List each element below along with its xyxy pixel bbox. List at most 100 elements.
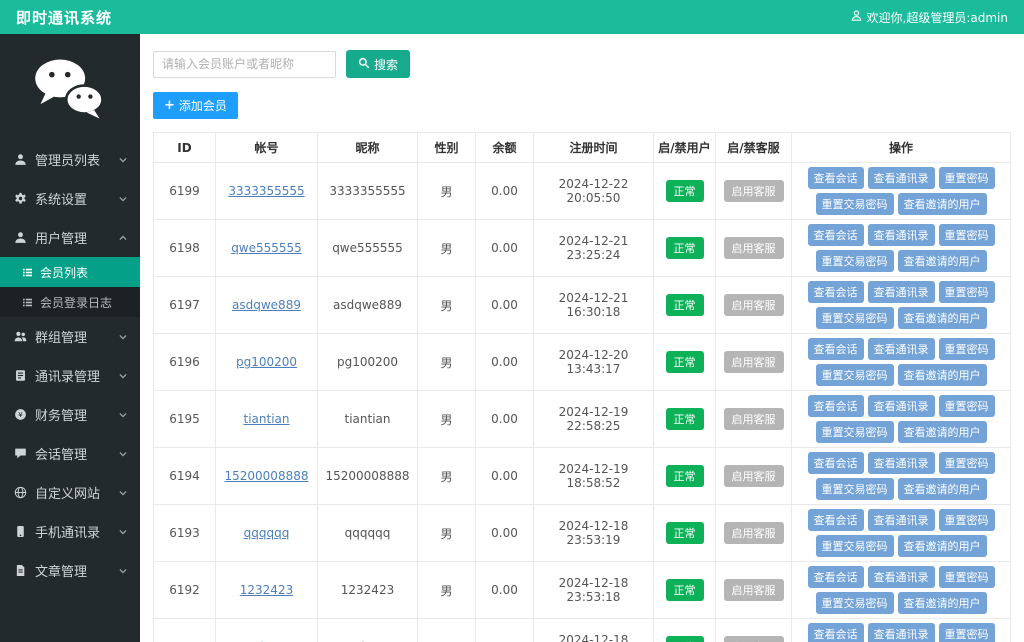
cell-reg-time: 2024-12-18 23:47:20 <box>533 618 654 642</box>
action-button[interactable]: 重置密码 <box>938 338 995 360</box>
sidebar-item[interactable]: ¥ 财务管理 <box>0 395 140 434</box>
sidebar-subitem-label: 会员列表 <box>40 265 89 280</box>
account-link[interactable]: asdqwe889 <box>232 298 301 312</box>
action-button[interactable]: 重置密码 <box>938 167 995 189</box>
action-button[interactable]: 重置密码 <box>938 452 995 474</box>
action-button[interactable]: 重置交易密码 <box>815 535 894 557</box>
action-button[interactable]: 重置密码 <box>938 281 995 303</box>
action-button[interactable]: 查看通讯录 <box>867 338 935 360</box>
service-status-badge[interactable]: 启用客服 <box>723 294 784 316</box>
action-button[interactable]: 重置交易密码 <box>815 250 894 272</box>
action-button[interactable]: 重置密码 <box>938 395 995 417</box>
action-button[interactable]: 查看通讯录 <box>867 281 935 303</box>
sidebar-item[interactable]: 手机通讯录 <box>0 512 140 551</box>
sidebar-item[interactable]: 通讯录管理 <box>0 356 140 395</box>
sidebar-item[interactable]: 用户管理 <box>0 218 140 257</box>
sidebar-item[interactable]: 自定义网站 <box>0 473 140 512</box>
action-button[interactable]: 查看会话 <box>807 224 864 246</box>
table-row: 6193 qqqqqq qqqqqq 男 0.00 2024-12-18 23:53:19… <box>153 504 1011 562</box>
user-status-badge[interactable]: 正常 <box>665 351 704 373</box>
sidebar-nav: 管理员列表系统设置用户管理会员列表会员登录日志 群组管理通讯录管理 ¥ 财务管理 会话管… <box>0 140 140 590</box>
account-link[interactable]: 1232423 <box>240 583 293 597</box>
service-status-badge[interactable]: 启用客服 <box>723 180 784 202</box>
account-link[interactable]: qwe555555 <box>231 241 302 255</box>
action-button[interactable]: 重置交易密码 <box>815 193 894 215</box>
service-status-badge[interactable]: 启用客服 <box>723 465 784 487</box>
add-member-button[interactable]: + 添加会员 <box>153 92 238 119</box>
user-status-badge[interactable]: 正常 <box>665 636 704 642</box>
user-status-badge[interactable]: 正常 <box>665 180 704 202</box>
cell-nickname: Jack001 <box>317 618 418 642</box>
cell-service-status: 启用客服 <box>715 561 792 619</box>
action-button[interactable]: 查看通讯录 <box>867 509 935 531</box>
user-status-badge[interactable]: 正常 <box>665 294 704 316</box>
action-button[interactable]: 查看邀请的用户 <box>897 364 987 386</box>
user-status-badge[interactable]: 正常 <box>665 237 704 259</box>
action-button[interactable]: 查看邀请的用户 <box>897 421 987 443</box>
action-button[interactable]: 查看邀请的用户 <box>897 250 987 272</box>
user-status-badge[interactable]: 正常 <box>665 408 704 430</box>
account-link[interactable]: 3333355555 <box>228 184 304 198</box>
action-button[interactable]: 重置交易密码 <box>815 478 894 500</box>
search-button[interactable]: 搜索 <box>346 50 411 78</box>
service-status-badge[interactable]: 启用客服 <box>723 237 784 259</box>
action-button[interactable]: 查看邀请的用户 <box>897 478 987 500</box>
sidebar-item-label: 系统设置 <box>35 193 88 208</box>
action-button[interactable]: 查看通讯录 <box>867 566 935 588</box>
action-button[interactable]: 查看邀请的用户 <box>897 193 987 215</box>
sidebar-item[interactable]: 文章管理 <box>0 551 140 590</box>
service-status-badge[interactable]: 启用客服 <box>723 351 784 373</box>
sidebar-item[interactable]: 管理员列表 <box>0 140 140 179</box>
action-button[interactable]: 查看会话 <box>807 281 864 303</box>
action-button[interactable]: 重置交易密码 <box>815 364 894 386</box>
table-row: 6197 asdqwe889 asdqwe889 男 0.00 2024-12-21 16… <box>153 276 1011 334</box>
cell-actions: 查看会话查看通讯录重置密码重置交易密码查看邀请的用户 <box>791 219 1011 277</box>
action-button[interactable]: 查看会话 <box>807 623 864 642</box>
sidebar-item[interactable]: 系统设置 <box>0 179 140 218</box>
action-button[interactable]: 查看通讯录 <box>867 395 935 417</box>
action-button[interactable]: 查看会话 <box>807 395 864 417</box>
service-status-badge[interactable]: 启用客服 <box>723 579 784 601</box>
action-button[interactable]: 查看会话 <box>807 338 864 360</box>
account-link[interactable]: 15200008888 <box>225 469 309 483</box>
account-link[interactable]: tiantian <box>244 412 290 426</box>
cell-balance: 0.00 <box>475 390 534 448</box>
column-header: 昵称 <box>317 132 418 163</box>
user-status-badge[interactable]: 正常 <box>665 465 704 487</box>
action-button[interactable]: 查看通讯录 <box>867 452 935 474</box>
action-button[interactable]: 重置密码 <box>938 566 995 588</box>
action-button[interactable]: 重置密码 <box>938 224 995 246</box>
cell-service-status: 启用客服 <box>715 219 792 277</box>
action-button[interactable]: 重置交易密码 <box>815 592 894 614</box>
account-link[interactable]: qqqqqq <box>244 526 290 540</box>
sidebar-item-label: 通讯录管理 <box>35 370 101 385</box>
action-button[interactable]: 查看邀请的用户 <box>897 535 987 557</box>
cell-service-status: 启用客服 <box>715 447 792 505</box>
service-status-badge[interactable]: 启用客服 <box>723 408 784 430</box>
account-link[interactable]: pg100200 <box>236 355 297 369</box>
action-button[interactable]: 查看会话 <box>807 452 864 474</box>
action-button[interactable]: 查看会话 <box>807 167 864 189</box>
action-button[interactable]: 查看会话 <box>807 509 864 531</box>
action-button[interactable]: 重置交易密码 <box>815 421 894 443</box>
user-status-badge[interactable]: 正常 <box>665 522 704 544</box>
sidebar-subitem[interactable]: 会员列表 <box>0 257 140 287</box>
service-status-badge[interactable]: 启用客服 <box>723 636 784 642</box>
action-button[interactable]: 查看会话 <box>807 566 864 588</box>
action-button[interactable]: 查看邀请的用户 <box>897 592 987 614</box>
cell-account: 15200008888 <box>215 447 318 505</box>
wechat-logo-icon <box>0 34 140 140</box>
sidebar-subitem[interactable]: 会员登录日志 <box>0 287 140 317</box>
action-button[interactable]: 重置密码 <box>938 509 995 531</box>
sidebar-item[interactable]: 会话管理 <box>0 434 140 473</box>
action-button[interactable]: 查看通讯录 <box>867 623 935 642</box>
action-button[interactable]: 重置交易密码 <box>815 307 894 329</box>
search-input[interactable] <box>153 50 336 78</box>
action-button[interactable]: 查看通讯录 <box>867 224 935 246</box>
sidebar-item[interactable]: 群组管理 <box>0 317 140 356</box>
action-button[interactable]: 查看通讯录 <box>867 167 935 189</box>
service-status-badge[interactable]: 启用客服 <box>723 522 784 544</box>
user-status-badge[interactable]: 正常 <box>665 579 704 601</box>
action-button[interactable]: 查看邀请的用户 <box>897 307 987 329</box>
action-button[interactable]: 重置密码 <box>938 623 995 642</box>
